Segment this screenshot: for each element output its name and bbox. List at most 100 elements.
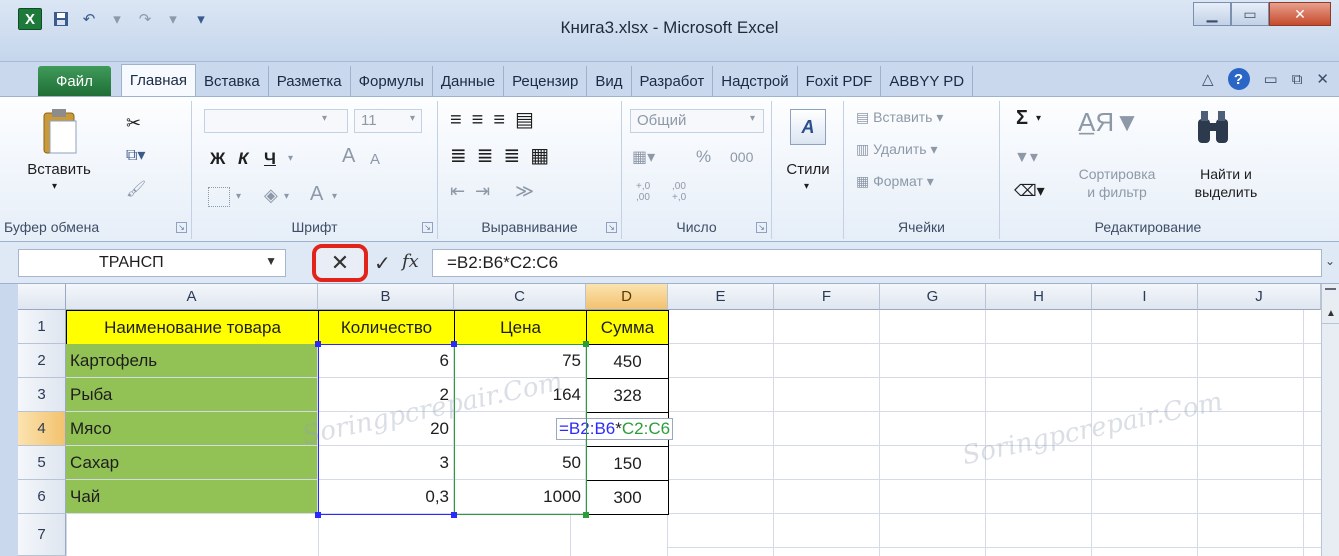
formula-input[interactable]: =B2:B6*C2:C6 — [432, 249, 1322, 277]
styles-icon[interactable]: A — [790, 109, 826, 145]
decrease-decimal-button[interactable]: ,00 +,0 — [672, 181, 686, 203]
bold-button[interactable]: Ж — [210, 149, 225, 169]
row-header-3[interactable]: 3 — [18, 378, 66, 412]
format-cells-button[interactable]: ▦ Формат ▾ — [856, 173, 934, 190]
tab-insert[interactable]: Вставка — [196, 66, 269, 96]
cell-a2[interactable]: Картофель — [66, 344, 318, 378]
find-select-button[interactable]: Найти и выделить — [1176, 165, 1276, 201]
currency-icon[interactable]: ▦▾ — [632, 147, 655, 167]
cell-a3[interactable]: Рыба — [66, 378, 318, 412]
tab-file[interactable]: Файл — [38, 66, 111, 96]
copy-icon[interactable]: ⧉▾ — [126, 145, 145, 165]
cell-d4-editor[interactable]: =B2:B6*C2:C6 — [556, 418, 674, 440]
column-header-e[interactable]: E — [668, 284, 774, 310]
cell-c6[interactable]: 1000 — [454, 480, 586, 514]
row-header-5[interactable]: 5 — [18, 446, 66, 480]
cell-d5[interactable]: 150 — [586, 446, 669, 481]
grow-font-button[interactable]: A — [342, 145, 355, 168]
shrink-font-button[interactable]: A — [370, 151, 380, 168]
empty-cells-area[interactable] — [668, 310, 1321, 556]
tab-data[interactable]: Данные — [433, 66, 505, 96]
cell-a1[interactable]: Наименование товара — [66, 310, 319, 345]
font-name-dropdown-icon[interactable]: ▾ — [322, 113, 327, 124]
paste-icon[interactable] — [40, 107, 80, 161]
doc-close-icon[interactable]: ✕ — [1316, 70, 1329, 88]
binoculars-icon[interactable] — [1194, 107, 1234, 151]
underline-dropdown-icon[interactable]: ▾ — [288, 153, 293, 164]
column-header-h[interactable]: H — [986, 284, 1092, 310]
indent-icons[interactable]: ⇤⇥ ≫ — [450, 181, 544, 202]
horizontal-align-icons[interactable]: ≣≣≣▦ — [450, 143, 559, 168]
cell-b5[interactable]: 3 — [318, 446, 454, 480]
doc-minimize-icon[interactable]: ▭ — [1264, 70, 1278, 88]
cell-c2[interactable]: 75 — [454, 344, 586, 378]
name-box-dropdown-icon[interactable]: ▼ — [265, 254, 277, 268]
doc-restore-icon[interactable]: ⧉ — [1292, 71, 1303, 88]
vertical-align-icons[interactable]: ≡≡≡▤ — [450, 107, 544, 132]
paste-button[interactable]: Вставить — [14, 161, 104, 178]
tab-developer[interactable]: Разработ — [632, 66, 714, 96]
format-painter-icon[interactable]: 🖌 — [126, 179, 146, 199]
row-header-6[interactable]: 6 — [18, 480, 66, 514]
tab-view[interactable]: Вид — [587, 66, 632, 96]
minimize-button[interactable]: ▁ — [1193, 2, 1231, 26]
row-header-2[interactable]: 2 — [18, 344, 66, 378]
close-button[interactable]: ✕ — [1269, 2, 1331, 26]
tab-abbyy-pdf[interactable]: ABBYY PD — [881, 66, 974, 96]
font-launcher-icon[interactable]: ↘ — [422, 222, 433, 233]
select-all-corner[interactable] — [18, 284, 66, 310]
tab-review[interactable]: Рецензир — [504, 66, 588, 96]
column-header-j[interactable]: J — [1198, 284, 1321, 310]
increase-decimal-button[interactable]: +,0 ,00 — [636, 181, 650, 203]
cell-a4[interactable]: Мясо — [66, 412, 318, 446]
cell-c3[interactable]: 164 — [454, 378, 586, 412]
column-header-b[interactable]: B — [318, 284, 454, 310]
number-launcher-icon[interactable]: ↘ — [756, 222, 767, 233]
clear-icon[interactable]: ⌫▾ — [1014, 181, 1045, 201]
underline-button[interactable]: Ч — [264, 149, 276, 169]
expand-formula-bar-icon[interactable]: ⌄ — [1325, 254, 1335, 268]
borders-dropdown-icon[interactable]: ▾ — [236, 191, 241, 202]
fill-icon[interactable]: ▼▾ — [1014, 147, 1038, 167]
autosum-button[interactable]: Σ — [1016, 107, 1028, 130]
cell-c1[interactable]: Цена — [454, 310, 587, 345]
split-handle[interactable] — [1325, 288, 1336, 290]
cell-b4[interactable]: 20 — [318, 412, 454, 446]
vertical-scrollbar[interactable]: ▲ — [1321, 284, 1339, 556]
maximize-button[interactable]: ▭ — [1231, 2, 1269, 26]
font-color-button[interactable]: A — [310, 183, 323, 206]
scroll-up-icon[interactable]: ▲ — [1322, 304, 1339, 324]
row-header-7[interactable]: 7 — [18, 514, 66, 556]
delete-cells-button[interactable]: ▥ Удалить ▾ — [856, 141, 938, 158]
ribbon-collapse-icon[interactable]: △ — [1202, 70, 1214, 88]
cell-d6[interactable]: 300 — [586, 480, 669, 515]
cut-icon[interactable]: ✂ — [126, 113, 141, 134]
cell-d1[interactable]: Сумма — [586, 310, 669, 345]
insert-function-button[interactable]: fx — [402, 251, 419, 272]
cell-d2[interactable]: 450 — [586, 344, 669, 379]
column-header-f[interactable]: F — [774, 284, 880, 310]
number-format-dropdown-icon[interactable]: ▾ — [750, 113, 755, 124]
sort-filter-icon[interactable]: A̲Я▼ — [1078, 107, 1140, 138]
cell-d3[interactable]: 328 — [586, 378, 669, 413]
styles-dropdown-icon[interactable]: ▾ — [804, 181, 809, 192]
font-color-dropdown-icon[interactable]: ▾ — [332, 191, 337, 202]
tab-page-layout[interactable]: Разметка — [269, 66, 351, 96]
styles-button[interactable]: Стили — [772, 161, 844, 178]
percent-button[interactable]: % — [696, 147, 711, 167]
column-header-i[interactable]: I — [1092, 284, 1198, 310]
thousands-button[interactable]: 000 — [730, 149, 753, 165]
sort-filter-button[interactable]: Сортировка и фильтр — [1062, 165, 1172, 201]
cancel-formula-button[interactable]: ✕ — [312, 244, 368, 282]
cell-a5[interactable]: Сахар — [66, 446, 318, 480]
help-icon[interactable]: ? — [1227, 68, 1250, 90]
alignment-launcher-icon[interactable]: ↘ — [606, 222, 617, 233]
insert-cells-button[interactable]: ▤ Вставить ▾ — [856, 109, 943, 126]
enter-formula-button[interactable]: ✓ — [374, 251, 391, 276]
cell-b3[interactable]: 2 — [318, 378, 454, 412]
tab-home[interactable]: Главная — [120, 64, 196, 96]
tab-formulas[interactable]: Формулы — [351, 66, 433, 96]
fill-dropdown-icon[interactable]: ▾ — [284, 191, 289, 202]
tab-foxit-pdf[interactable]: Foxit PDF — [798, 66, 882, 96]
borders-button[interactable] — [208, 187, 230, 207]
